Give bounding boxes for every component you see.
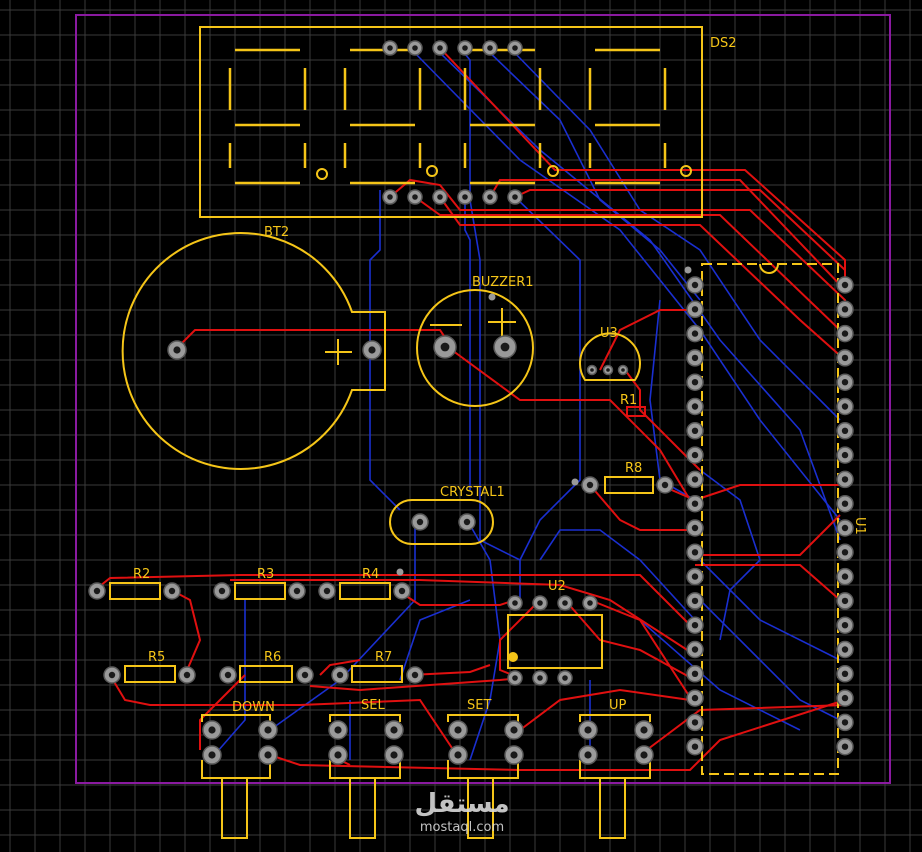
via	[571, 478, 579, 486]
pcb-layout-canvas: DS2 BT2 BUZZER1 U3 R1 R8 CRYSTAL1 U1 U2 …	[0, 0, 922, 852]
label-down: DOWN	[232, 700, 275, 715]
label-up: UP	[609, 698, 627, 713]
label-set: SET	[467, 698, 491, 713]
via	[684, 266, 692, 274]
label-r4: R4	[362, 567, 379, 582]
label-bt2: BT2	[264, 225, 289, 240]
label-r6: R6	[264, 650, 281, 665]
label-ds2: DS2	[710, 36, 737, 51]
via	[488, 293, 496, 301]
via	[396, 568, 404, 576]
r5-body	[124, 665, 176, 683]
label-r3: R3	[257, 567, 274, 582]
watermark-arabic: مستقل	[414, 789, 509, 819]
label-r2: R2	[133, 567, 150, 582]
label-u1: U1	[852, 517, 867, 535]
watermark-latin: mostaql.com	[420, 820, 504, 835]
label-r8: R8	[625, 461, 642, 476]
seven-segment-digits	[228, 48, 667, 185]
watermark: مستقل mostaql.com	[414, 789, 509, 835]
u1-outline	[701, 263, 839, 775]
label-buzzer: BUZZER1	[472, 275, 534, 290]
label-sel: SEL	[361, 698, 385, 713]
label-u2: U2	[548, 579, 566, 594]
r6-body	[239, 665, 293, 683]
component-labels: DS2 BT2 BUZZER1 U3 R1 R8 CRYSTAL1 U1 U2 …	[133, 36, 867, 715]
label-u3: U3	[600, 326, 618, 341]
pads-layer	[88, 40, 854, 765]
label-crystal: CRYSTAL1	[440, 485, 505, 500]
label-r5: R5	[148, 650, 165, 665]
u2-pin1-marker	[508, 652, 518, 662]
label-r7: R7	[375, 650, 392, 665]
silkscreen-layer	[109, 26, 839, 839]
label-r1: R1	[620, 393, 637, 408]
